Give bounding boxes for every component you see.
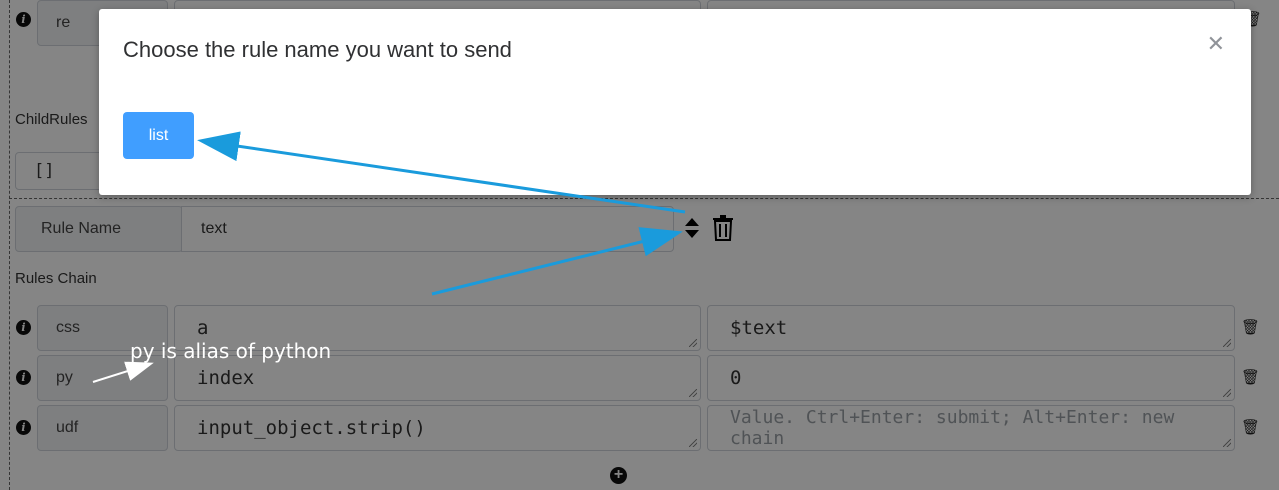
annotation-arrow [92, 361, 154, 383]
annotation-arrows [92, 131, 686, 383]
annotation-arrow [431, 227, 683, 296]
annotation-arrow [197, 131, 686, 214]
annotation-text: py is alias of python [130, 339, 332, 363]
